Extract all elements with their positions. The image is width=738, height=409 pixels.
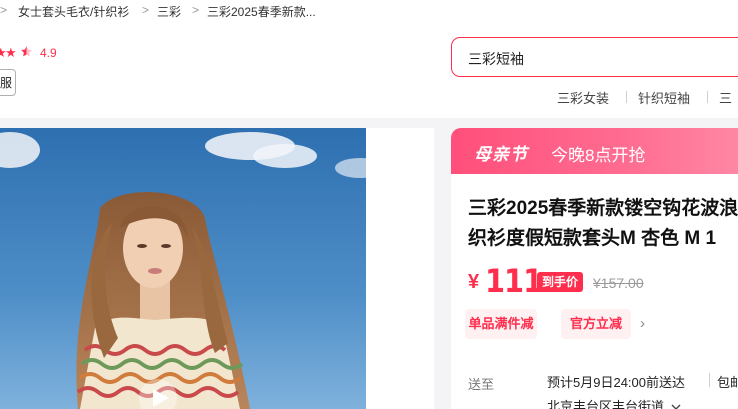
breadcrumb-item-category[interactable]: 女士套头毛衣/针织衫	[18, 3, 129, 20]
shipping-address[interactable]: 北京丰台区丰台街道	[547, 396, 681, 409]
rating-score: 4.9	[40, 46, 57, 60]
search-input[interactable]: 三彩短袖	[468, 49, 524, 69]
promo-banner[interactable]: 母亲节 今晚8点开抢	[451, 128, 738, 174]
product-title-line: 三彩2025春季新款镂空钩花波浪	[468, 198, 738, 219]
shipping-label: 送至	[468, 377, 495, 392]
product-title: 三彩2025春季新款镂空钩花波浪 织衫度假短款套头M 杏色 M 1	[468, 194, 738, 254]
hot-word-2[interactable]: 针织短袖	[638, 88, 690, 107]
shipping-eta: 预计5月9日24:00前送达	[547, 375, 685, 390]
breadcrumb-item-product[interactable]: 三彩2025春季新款...	[207, 3, 316, 20]
price-tag-badge: 到手价	[537, 272, 583, 292]
coupon-item-official[interactable]: 官方立减	[561, 309, 631, 339]
product-info-panel: 母亲节 今晚8点开抢 三彩2025春季新款镂空钩花波浪 织衫度假短款套头M 杏色…	[451, 128, 738, 409]
shipping-divider	[709, 373, 710, 387]
breadcrumb-separator: >	[192, 3, 200, 17]
coupon-item-discount[interactable]: 单品满件减	[465, 309, 537, 339]
hot-word-divider	[707, 91, 708, 103]
hot-word-1[interactable]: 三彩女装	[557, 88, 609, 107]
shop-service-button[interactable]: 服	[0, 69, 16, 96]
promo-text: 今晚8点开抢	[551, 146, 646, 165]
breadcrumb-separator: >	[0, 3, 8, 17]
promo-tag: 母亲节	[474, 145, 528, 164]
product-main-image[interactable]	[0, 128, 366, 409]
hot-word-divider	[626, 91, 627, 103]
star-half-icon	[20, 44, 33, 62]
original-price: ¥157.00	[593, 275, 644, 291]
search-box[interactable]: 三彩短袖	[451, 37, 738, 77]
breadcrumb-item-brand[interactable]: 三彩	[157, 3, 181, 20]
product-title-line: 织衫度假短款套头M 杏色 M 1	[468, 228, 717, 249]
play-icon[interactable]	[138, 378, 178, 409]
hot-word-3[interactable]: 三	[719, 88, 732, 107]
price-currency: ¥	[468, 271, 480, 293]
star-icon: ★	[5, 45, 17, 60]
chevron-down-icon	[671, 404, 681, 409]
shipping-free: 包邮	[717, 375, 738, 390]
price-value: 111	[485, 262, 543, 300]
chevron-right-icon[interactable]: ›	[640, 315, 645, 332]
shipping-address-text: 北京丰台区丰台街道	[547, 399, 665, 409]
breadcrumb-separator: >	[142, 3, 150, 17]
